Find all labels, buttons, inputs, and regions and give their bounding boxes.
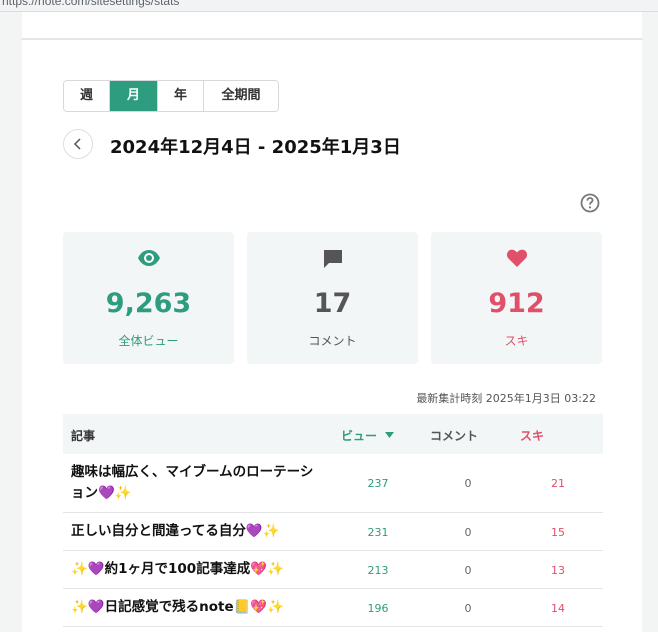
divider bbox=[22, 38, 642, 40]
comments-count: 17 bbox=[313, 288, 352, 319]
previous-period-button[interactable] bbox=[63, 129, 93, 159]
tab-month[interactable]: 月 bbox=[110, 81, 158, 111]
row-views: 231 bbox=[367, 526, 389, 539]
article-title-link[interactable]: 趣味は幅広く、マイブームのローテーション💜✨ bbox=[71, 462, 326, 504]
column-header-likes[interactable]: スキ bbox=[520, 427, 544, 444]
row-likes: 14 bbox=[551, 602, 565, 615]
heart-icon bbox=[506, 249, 527, 267]
row-likes: 21 bbox=[551, 477, 565, 490]
table-header: 記事 ビュー コメント スキ bbox=[63, 414, 603, 454]
date-range-title: 2024年12月4日 - 2025年1月3日 bbox=[110, 137, 401, 158]
article-title-link[interactable]: ✨💜日記感覚で残るnote📒💖✨ bbox=[71, 597, 326, 618]
column-header-views[interactable]: ビュー bbox=[341, 427, 395, 444]
column-header-title: 記事 bbox=[71, 429, 96, 443]
row-likes: 15 bbox=[551, 526, 565, 539]
comment-icon bbox=[323, 250, 342, 268]
row-views: 196 bbox=[367, 602, 389, 615]
row-views: 213 bbox=[367, 564, 389, 577]
tab-week[interactable]: 週 bbox=[64, 81, 110, 111]
article-title-link[interactable]: 正しい自分と間違ってる自分💜✨ bbox=[71, 521, 326, 542]
row-comments: 0 bbox=[464, 526, 472, 539]
table-row: 正しい自分と間違ってる自分💜✨ 231 0 15 bbox=[63, 513, 603, 551]
row-comments: 0 bbox=[464, 477, 472, 490]
table-row: 趣味は幅広く、マイブームのローテーション💜✨ 237 0 21 bbox=[63, 454, 603, 513]
tab-year[interactable]: 年 bbox=[158, 81, 204, 111]
period-tabs: 週 月 年 全期間 bbox=[63, 80, 279, 112]
row-comments: 0 bbox=[464, 602, 472, 615]
stat-views: 9,263 全体ビュー bbox=[63, 232, 234, 364]
table-row: ✨💜日記感覚で残るnote📒💖✨ 196 0 14 bbox=[63, 589, 603, 627]
row-views: 237 bbox=[367, 477, 389, 490]
views-label: 全体ビュー bbox=[118, 334, 179, 348]
table-row: ✨💜約1ヶ月で100記事達成💖✨ 213 0 13 bbox=[63, 551, 603, 589]
views-header-label: ビュー bbox=[341, 429, 378, 443]
row-comments: 0 bbox=[464, 564, 472, 577]
eye-icon bbox=[137, 250, 160, 266]
row-likes: 13 bbox=[551, 564, 565, 577]
tab-all-time[interactable]: 全期間 bbox=[204, 81, 278, 111]
browser-address-bar[interactable]: https://note.com/sitesettings/stats bbox=[0, 0, 658, 12]
comments-label: コメント bbox=[308, 334, 357, 348]
sort-down-icon bbox=[385, 432, 395, 438]
help-icon[interactable] bbox=[580, 193, 600, 213]
views-count: 9,263 bbox=[105, 288, 192, 319]
stat-likes: 912 スキ bbox=[431, 232, 602, 364]
stat-comments: 17 コメント bbox=[247, 232, 418, 364]
likes-label: スキ bbox=[504, 334, 529, 348]
article-title-link[interactable]: ✨💜約1ヶ月で100記事達成💖✨ bbox=[71, 559, 326, 580]
stats-card: 週 月 年 全期間 2024年12月4日 - 2025年1月3日 9,263 全… bbox=[22, 12, 642, 632]
likes-count: 912 bbox=[488, 288, 545, 319]
column-header-comments[interactable]: コメント bbox=[430, 427, 478, 444]
chevron-left-icon bbox=[73, 138, 81, 150]
last-updated-timestamp: 最新集計時刻 2025年1月3日 03:22 bbox=[416, 392, 596, 405]
url-text: https://note.com/sitesettings/stats bbox=[2, 0, 180, 8]
